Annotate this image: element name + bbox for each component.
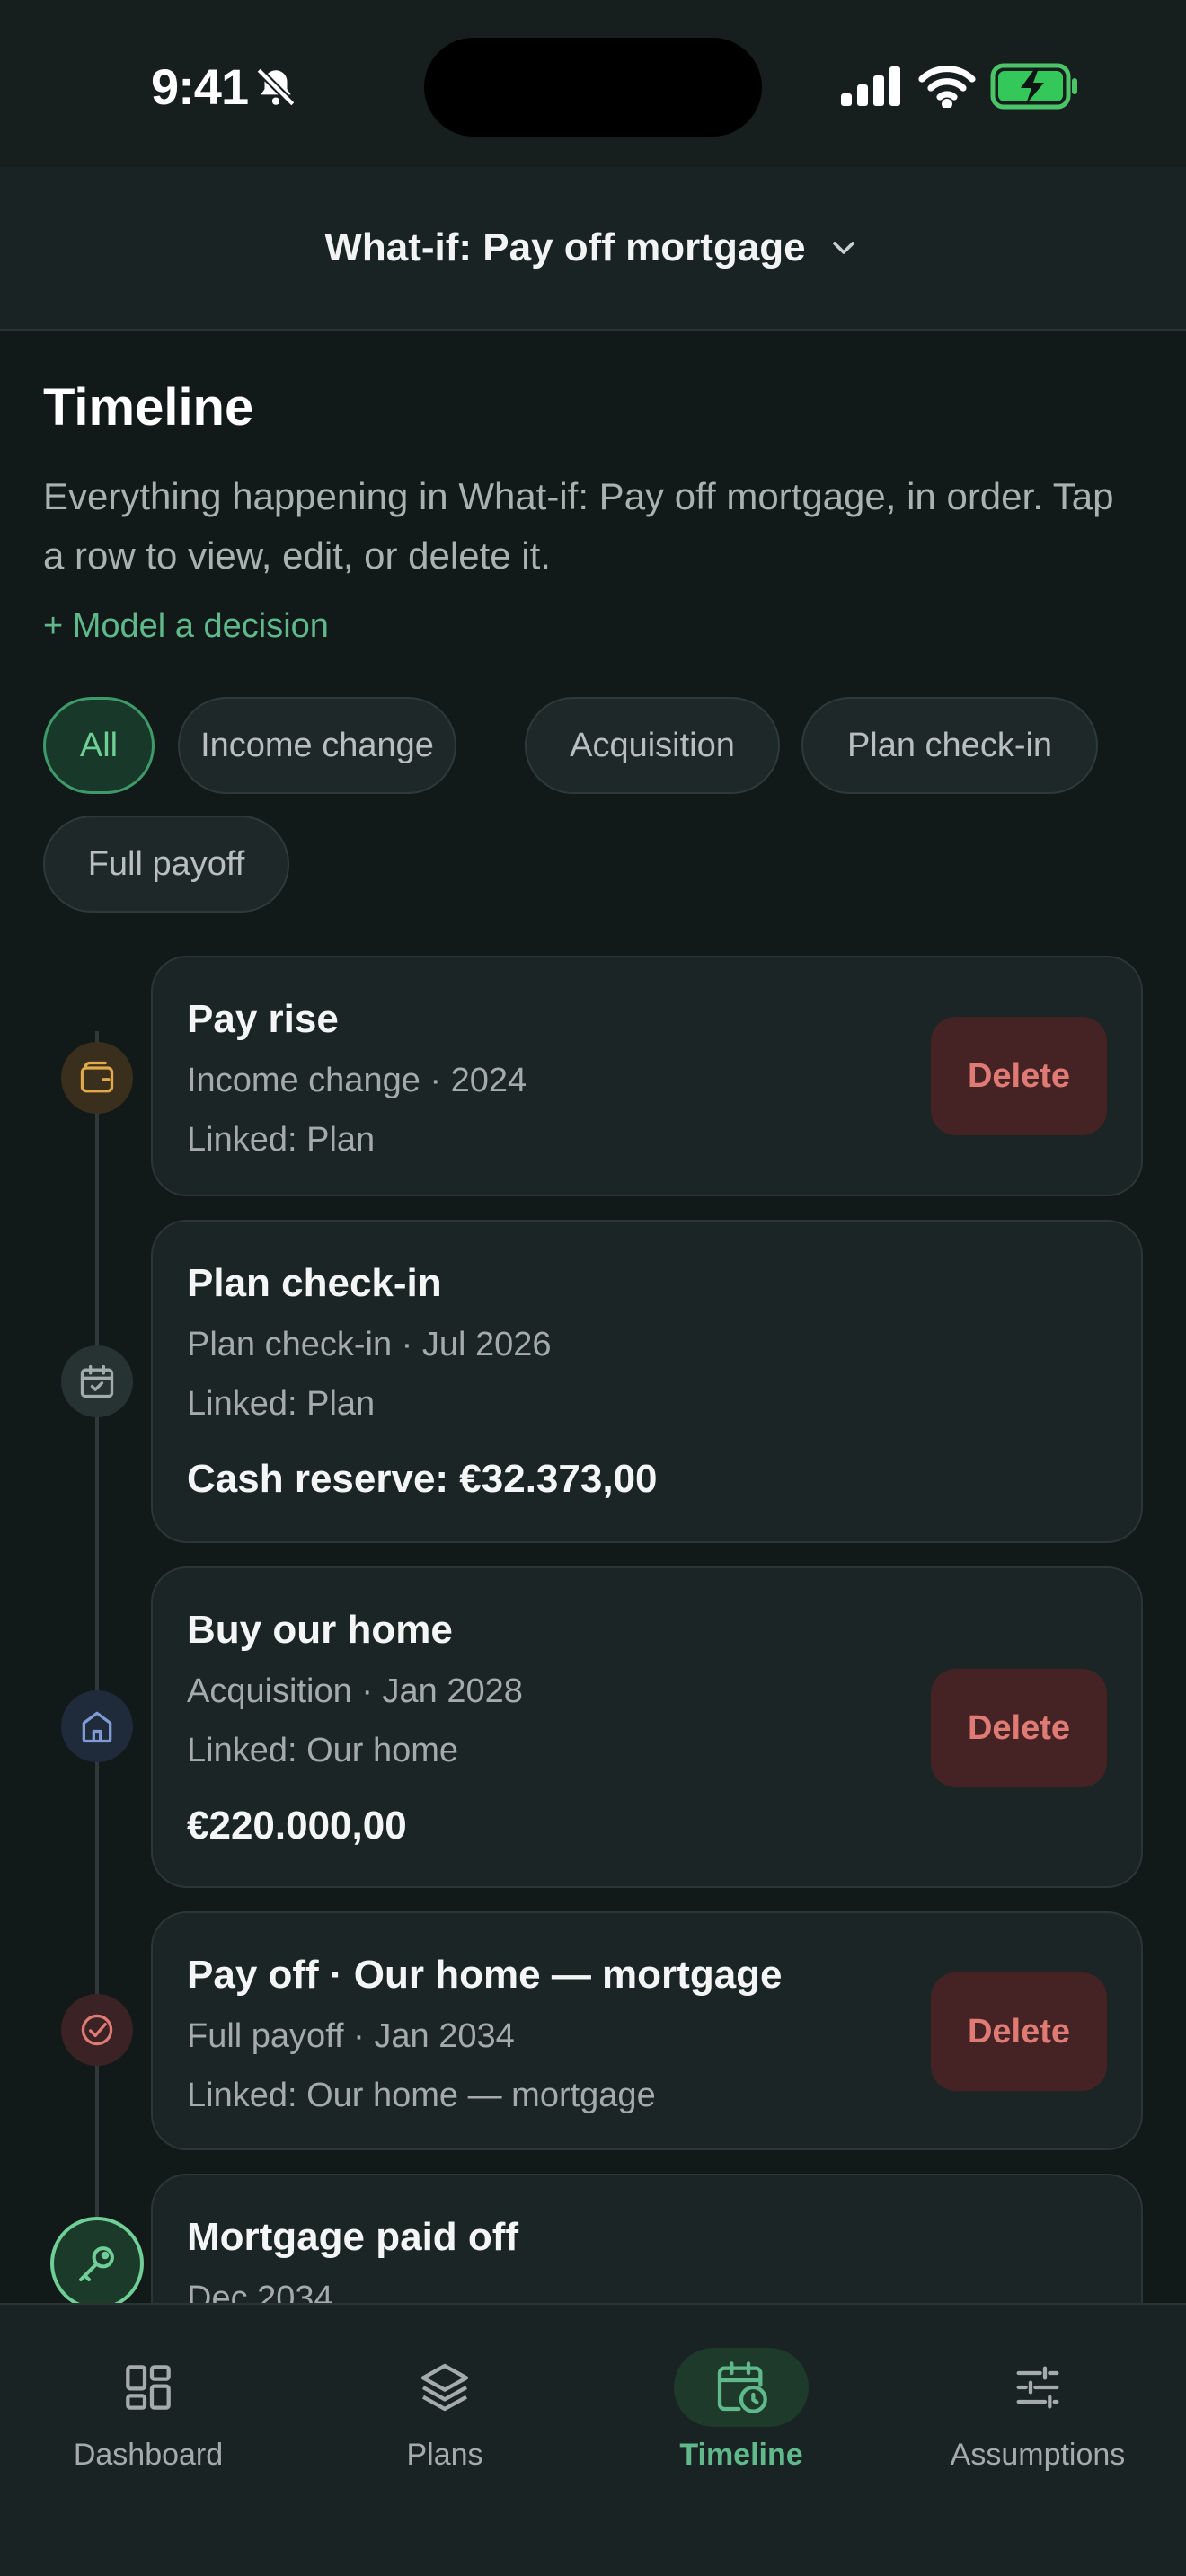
sliders-icon [1016,2366,1059,2409]
layers-icon [420,2363,469,2412]
event-title: Buy our home [187,1608,453,1652]
status-time: 9:41 [151,58,249,115]
scenario-selector[interactable]: What-if: Pay off mortgage [0,167,1186,331]
event-linked: Linked: Plan [187,1385,376,1423]
delete-button[interactable]: Delete [931,1669,1107,1787]
nav-label: Timeline [679,2438,803,2472]
delete-button[interactable]: Delete [931,1972,1107,2091]
filter-chip-acquisition[interactable]: Acquisition [525,697,780,794]
nav-item-assumptions[interactable]: Assumptions [890,2305,1186,2520]
battery-charging-icon [990,63,1077,110]
model-decision-link[interactable]: + Model a decision [43,607,329,646]
event-title: Pay off · Our home — mortgage [187,1953,783,1997]
timeline-node [61,1994,133,2066]
nav-label: Plans [406,2438,483,2472]
event-linked: Linked: Our home — mortgage [187,2077,656,2114]
filter-chip-all[interactable]: All [43,697,155,794]
event-linked: Linked: Our home [187,1732,459,1769]
home-icon [82,1711,112,1743]
chevron-down-icon [832,242,854,254]
wifi-icon [918,65,976,108]
timeline-node [61,1345,133,1417]
cellular-signal-icon [841,66,900,106]
timeline-node [61,1042,133,1114]
dynamic-island [424,38,762,137]
event-value: Cash reserve: €32.373,00 [187,1457,658,1501]
nav-item-plans[interactable]: Plans [296,2305,593,2520]
timeline-rail [95,1031,99,2307]
check-circle-icon [81,2014,113,2046]
scenario-title: What-if: Pay off mortgage [324,225,806,269]
nav-item-timeline[interactable]: Timeline [593,2305,890,2520]
filter-chip-full-payoff[interactable]: Full payoff [43,816,289,913]
event-row-pay-rise[interactable]: Pay rise Income change · 2024 Linked: Pl… [151,956,1143,1196]
nav-item-dashboard[interactable]: Dashboard [0,2305,296,2520]
event-row-buy-our-home[interactable]: Buy our home Acquisition · Jan 2028 Link… [151,1566,1143,1888]
event-linked: Linked: Plan [187,1121,376,1159]
filter-chip-plan-check-in[interactable]: Plan check-in [801,697,1098,794]
delete-button[interactable]: Delete [931,1017,1107,1135]
grid-icon [126,2365,171,2410]
timeline-node [61,1690,133,1762]
event-subtitle: Full payoff · Jan 2034 [187,2017,515,2055]
event-title: Mortgage paid off [187,2215,519,2259]
filter-chip-income-change[interactable]: Income change [178,697,456,794]
event-title: Pay rise [187,997,339,1041]
event-value: €220.000,00 [187,1804,407,1848]
calendar-clock-icon [717,2361,767,2413]
page-description: Everything happening in What-if: Pay off… [43,475,1114,577]
bottom-nav: Dashboard Plans Timeline Assumptions [0,2303,1186,2576]
event-title: Plan check-in [187,1261,442,1305]
event-row-plan-check-in[interactable]: Plan check-in Plan check-in · Jul 2026 L… [151,1220,1143,1543]
event-subtitle: Income change · 2024 [187,1062,527,1099]
wallet-icon [80,1061,114,1093]
event-subtitle: Plan check-in · Jul 2026 [187,1326,552,1363]
calendar-check-icon [80,1364,114,1398]
bell-muted-icon [256,67,296,107]
key-icon [78,2246,114,2282]
event-row-pay-off-mortgage[interactable]: Pay off · Our home — mortgage Full payof… [151,1911,1143,2150]
event-subtitle: Acquisition · Jan 2028 [187,1672,523,1710]
nav-label: Assumptions [950,2438,1126,2472]
timeline-node-milestone [50,2217,144,2310]
page-title: Timeline [43,378,254,437]
status-bar: 9:41 [0,0,1186,167]
nav-label: Dashboard [73,2438,224,2472]
